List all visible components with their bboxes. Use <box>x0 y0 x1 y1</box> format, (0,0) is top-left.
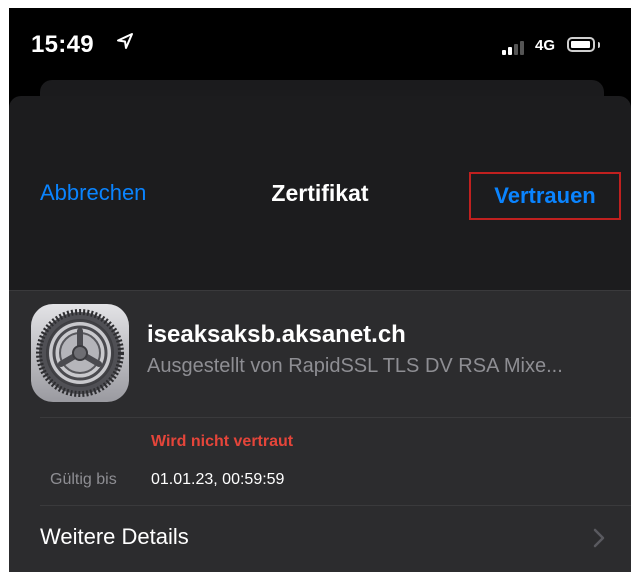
certificate-issuer: Ausgestellt von RapidSSL TLS DV RSA Mixe… <box>147 355 563 377</box>
more-details-label: Weitere Details <box>40 524 189 549</box>
battery-tip <box>598 42 600 48</box>
nav-bar: Abbrechen Zertifikat Vertrauen <box>9 96 631 290</box>
settings-gear-icon <box>31 304 129 402</box>
trust-button-label: Vertrauen <box>494 183 596 208</box>
valid-until-value: 01.01.23, 00:59:59 <box>151 471 285 488</box>
certificate-name: iseaksaksb.aksanet.ch <box>147 321 406 348</box>
status-time: 15:49 <box>31 31 94 58</box>
status-bar: 15:49 4G <box>9 8 631 88</box>
network-type: 4G <box>535 37 556 54</box>
certificate-details: iseaksaksb.aksanet.ch Ausgestellt von Ra… <box>9 290 631 572</box>
location-arrow-icon <box>117 33 133 49</box>
phone-screen: 15:49 4G Abbrechen Zertifikat Vertrauen <box>9 8 631 572</box>
valid-until-label: Gültig bis <box>50 471 117 488</box>
trust-status: Wird nicht vertraut <box>151 433 294 450</box>
certificate-sheet: Abbrechen Zertifikat Vertrauen iseaksaks… <box>9 96 631 572</box>
trust-button[interactable]: Vertrauen <box>469 172 621 220</box>
cellular-signal-icon <box>502 41 530 55</box>
battery-icon <box>567 37 595 52</box>
chevron-right-icon <box>593 528 605 548</box>
divider <box>40 417 631 418</box>
more-details-row[interactable]: Weitere Details <box>9 506 631 566</box>
